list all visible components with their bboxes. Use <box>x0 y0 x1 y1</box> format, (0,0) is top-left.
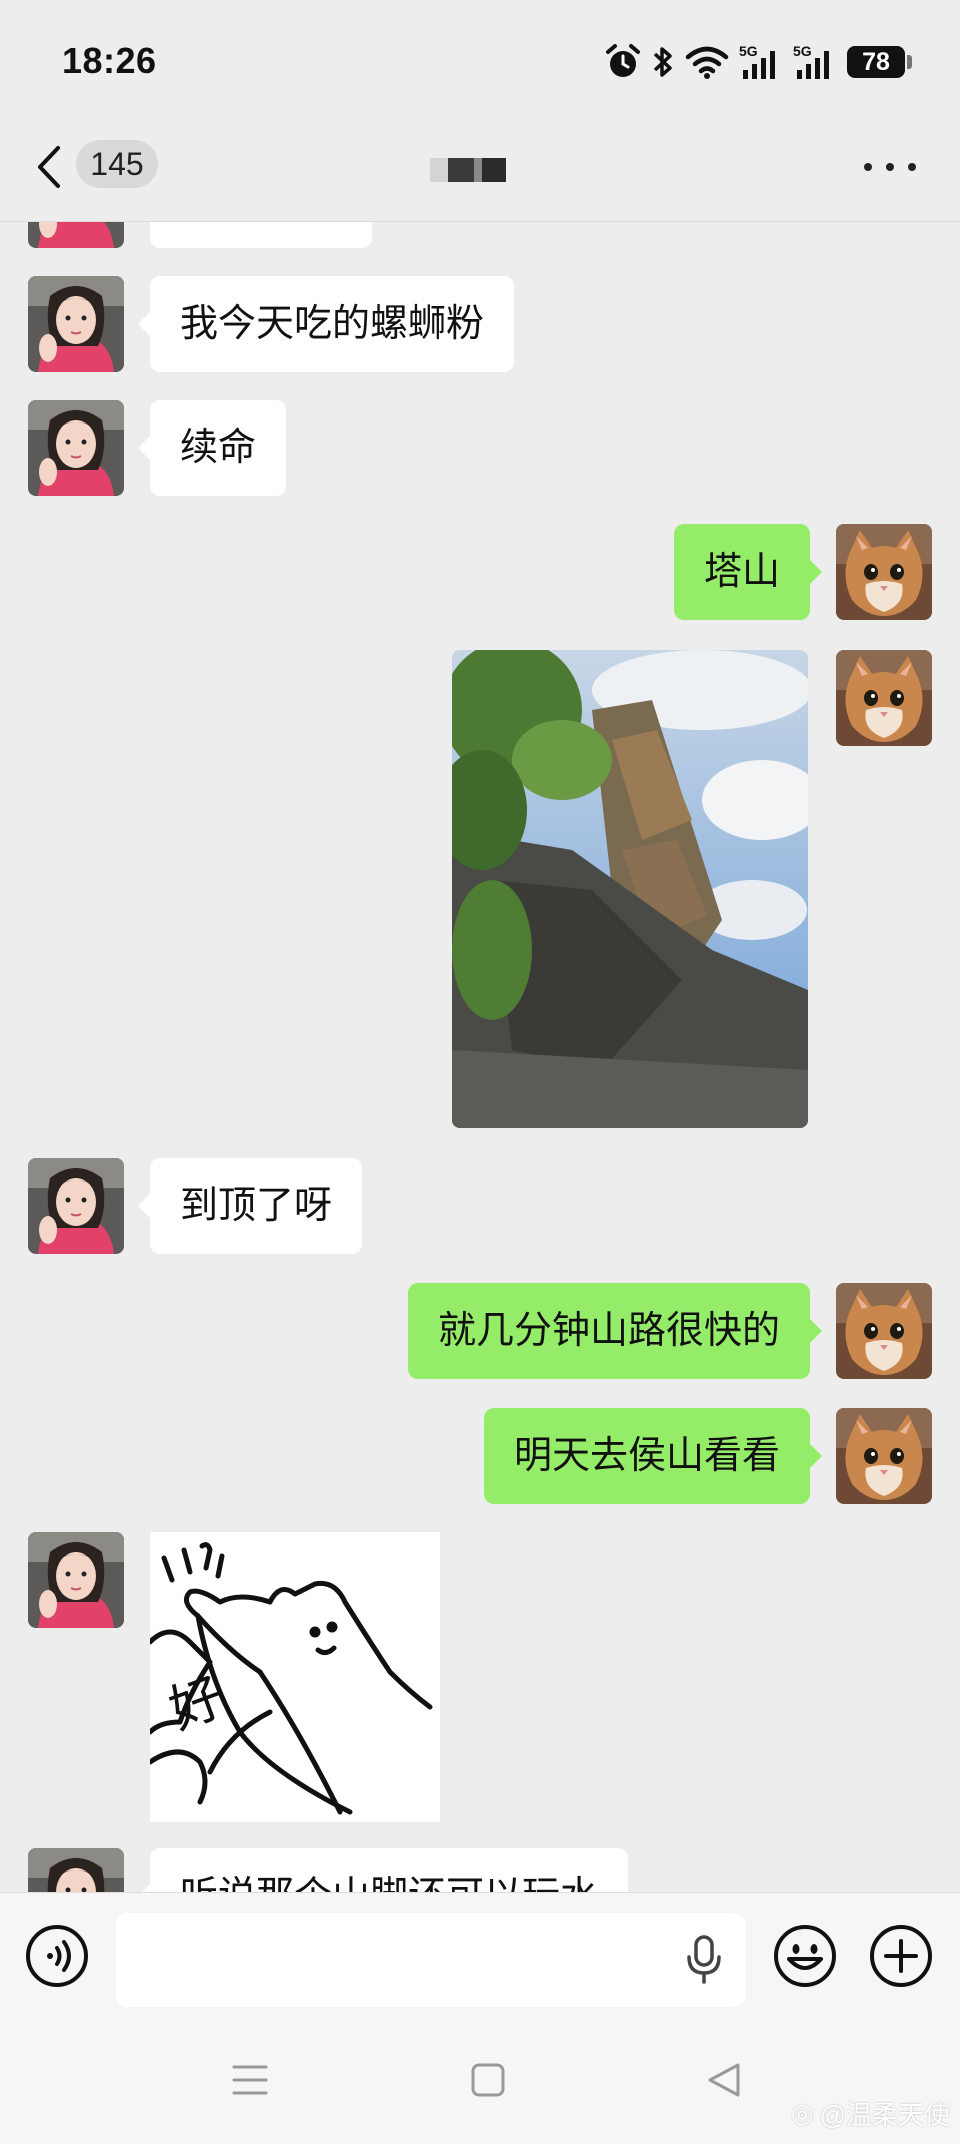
emoji-icon[interactable] <box>772 1923 838 1989</box>
message-bubble-outgoing[interactable]: 明天去侯山看看 <box>483 1408 823 1504</box>
sticker-text: 好 <box>162 1667 231 1741</box>
signal-icon: 5G <box>739 43 775 79</box>
svg-text:5G: 5G <box>739 43 758 59</box>
message-input[interactable] <box>116 1913 746 2007</box>
watermark: ◎ @温柔天使 <box>791 2095 950 2132</box>
plus-icon[interactable] <box>868 1923 934 1989</box>
chat-header: 145 <box>0 122 960 222</box>
chat-title-redacted <box>430 158 506 182</box>
status-time: 18:26 <box>62 40 157 81</box>
my-avatar[interactable] <box>836 1408 932 1504</box>
mic-icon[interactable] <box>684 1935 724 1985</box>
status-bar: 18:26 5G 5G 78 <box>0 0 960 122</box>
alarm-icon <box>606 44 640 77</box>
message-bubble-incoming[interactable] <box>150 222 372 248</box>
system-navigation-bar: ◎ @温柔天使 <box>0 2028 960 2144</box>
back-icon[interactable] <box>30 142 70 192</box>
bluetooth-icon <box>653 47 672 77</box>
message-bubble-incoming[interactable]: 到顶了呀 <box>137 1158 363 1254</box>
my-avatar[interactable] <box>836 1283 932 1379</box>
message-list[interactable]: 我今天吃的螺蛳粉 续命 塔山 到顶了呀 就几分钟山路很快的 明天去侯山看看 好 <box>0 222 960 1892</box>
contact-avatar[interactable] <box>28 222 124 248</box>
contact-avatar[interactable] <box>28 400 124 496</box>
battery-level: 78 <box>847 46 905 78</box>
message-bubble-incoming[interactable]: 我今天吃的螺蛳粉 <box>137 276 515 372</box>
more-icon[interactable] <box>864 152 916 182</box>
battery-icon: 78 <box>847 46 912 78</box>
message-bubble-outgoing[interactable]: 塔山 <box>673 524 823 620</box>
my-avatar[interactable] <box>836 650 932 746</box>
input-bar <box>0 1892 960 2028</box>
contact-avatar[interactable] <box>28 1848 124 1892</box>
watermark-text: @温柔天使 <box>819 2100 950 2130</box>
contact-avatar[interactable] <box>28 1532 124 1628</box>
svg-text:5G: 5G <box>793 43 812 59</box>
message-bubble-incoming[interactable]: 续命 <box>137 400 287 496</box>
menu-icon[interactable] <box>232 2064 268 2096</box>
wifi-icon <box>685 46 729 79</box>
signal-icon: 5G <box>793 43 829 79</box>
weibo-icon: ◎ <box>790 2098 814 2128</box>
back-triangle-icon[interactable] <box>706 2062 742 2098</box>
status-icons: 5G 5G 78 <box>605 42 912 82</box>
message-bubble-outgoing[interactable]: 就几分钟山路很快的 <box>407 1283 823 1379</box>
contact-avatar[interactable] <box>28 276 124 372</box>
unread-count-badge[interactable]: 145 <box>76 140 158 188</box>
home-icon[interactable] <box>470 2062 506 2098</box>
voice-icon[interactable] <box>24 1923 90 1989</box>
message-bubble-incoming[interactable]: 听说那个山脚还可以玩水 <box>137 1848 629 1892</box>
sticker-image[interactable]: 好 <box>150 1532 440 1822</box>
contact-avatar[interactable] <box>28 1158 124 1254</box>
photo-pagoda-image[interactable] <box>452 650 808 1128</box>
my-avatar[interactable] <box>836 524 932 620</box>
